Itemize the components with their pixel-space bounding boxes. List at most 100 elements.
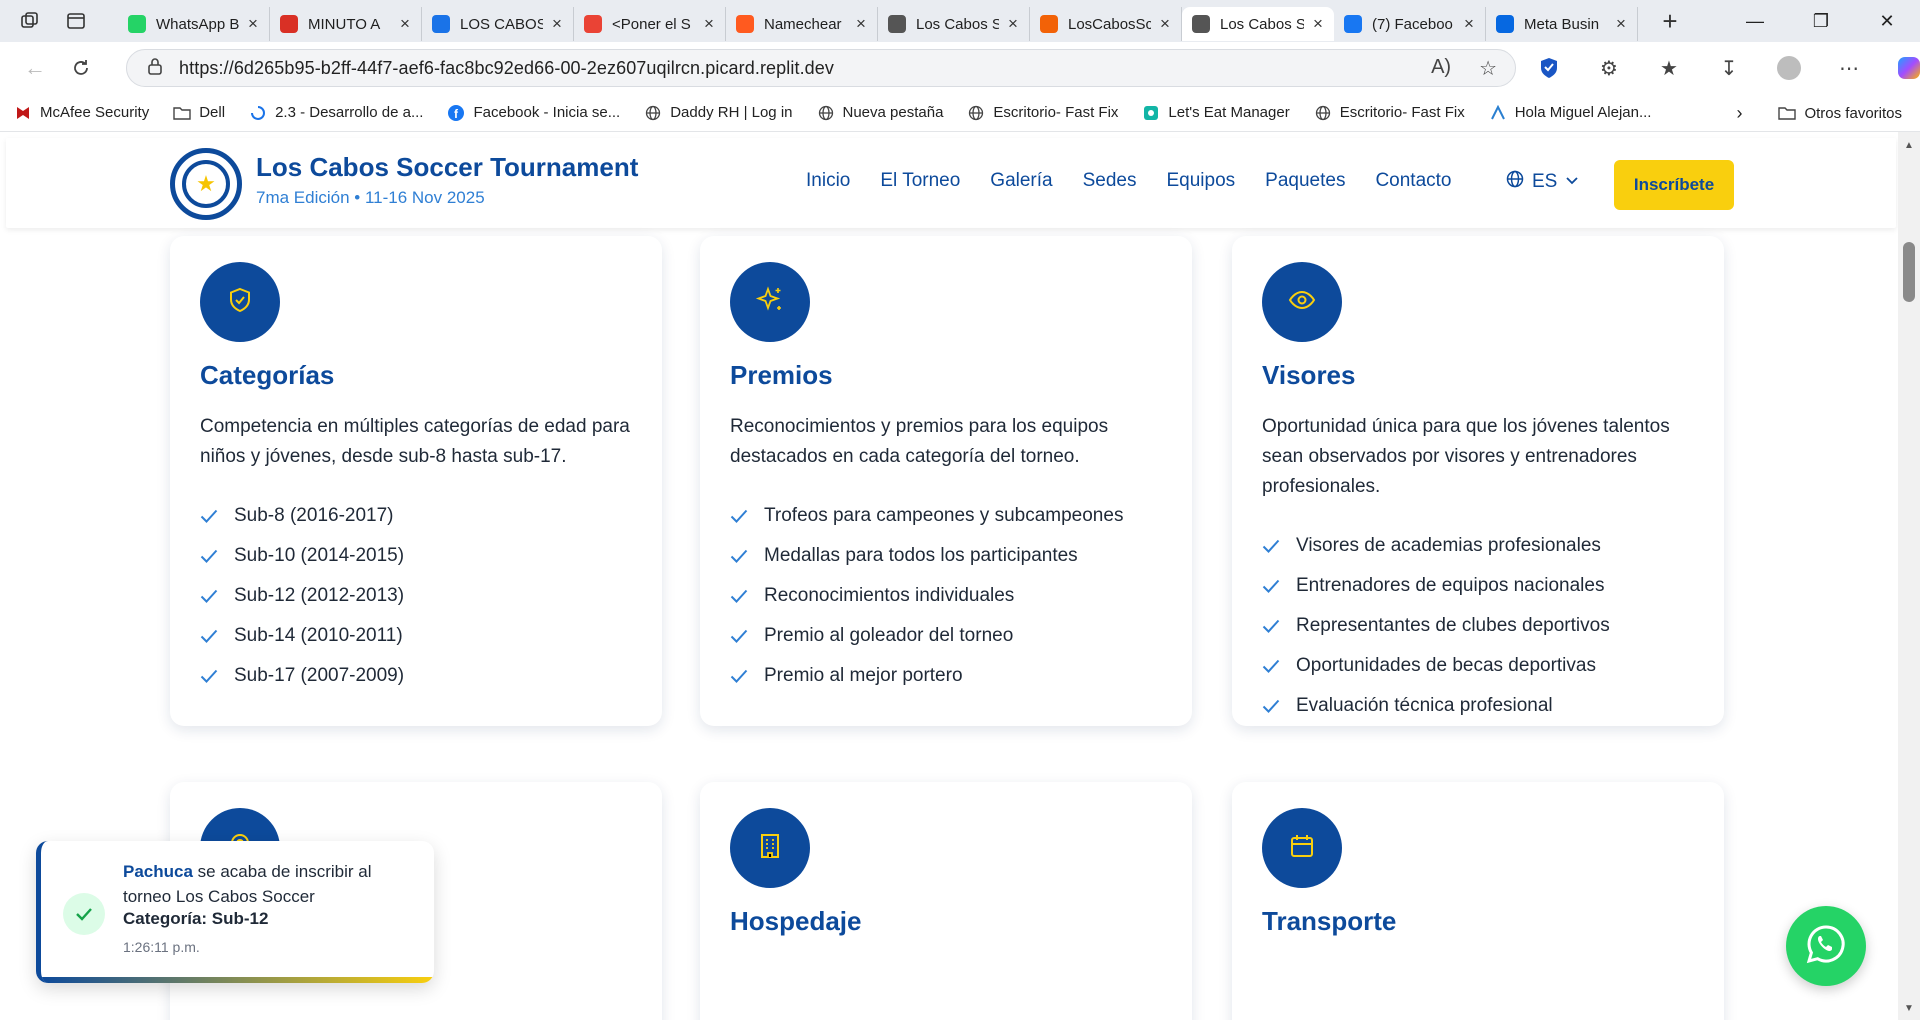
nav-link[interactable]: Equipos [1166, 170, 1235, 192]
check-icon [1262, 619, 1282, 633]
favorite-label: McAfee Security [40, 104, 150, 121]
shield-extension-icon[interactable] [1530, 50, 1568, 86]
close-tab-icon[interactable]: × [1461, 14, 1477, 34]
tab-label: Namechear [764, 15, 842, 33]
read-aloud-icon[interactable]: A) [1431, 56, 1451, 81]
nav-link[interactable]: Paquetes [1265, 170, 1345, 192]
browser-tab[interactable]: Los Cabos S × [878, 7, 1030, 41]
favorites-right: › Otros favoritos [1736, 94, 1902, 132]
app-icon [1142, 104, 1160, 122]
list-item-text: Sub-10 (2014-2015) [234, 545, 405, 566]
extensions-icon[interactable]: ⚙ [1590, 50, 1628, 86]
check-icon [1262, 699, 1282, 713]
browser-tab[interactable]: (7) Faceboo × [1334, 7, 1486, 41]
list-item: Visores de academias profesionales [1262, 526, 1610, 566]
new-tab-button[interactable]: + [1648, 6, 1692, 37]
restore-icon[interactable]: ❐ [1788, 0, 1854, 42]
favorite-link[interactable]: f Facebook - Inicia se... [447, 104, 620, 122]
site-title[interactable]: Los Cabos Soccer Tournament [256, 152, 638, 183]
favorite-label: 2.3 - Desarrollo de a... [275, 104, 424, 121]
close-tab-icon[interactable]: × [1005, 14, 1021, 34]
favorite-link[interactable]: Escritorio- Fast Fix [967, 104, 1118, 122]
browser-tab[interactable]: <Poner el S × [574, 7, 726, 41]
browser-tab[interactable]: Meta Busin × [1486, 7, 1638, 41]
check-icon [1262, 659, 1282, 673]
favorite-link[interactable]: Dell [173, 104, 225, 122]
namecheap-favicon [736, 15, 754, 33]
nav-link[interactable]: Sedes [1083, 170, 1137, 192]
reload-icon[interactable] [58, 50, 104, 86]
close-tab-icon[interactable]: × [853, 14, 869, 34]
close-window-icon[interactable]: ✕ [1854, 0, 1920, 42]
browser-tab[interactable]: LosCabosSc × [1030, 7, 1182, 41]
other-favorites[interactable]: Otros favoritos [1778, 104, 1902, 122]
list-item-text: Sub-17 (2007-2009) [234, 665, 405, 686]
favorite-link[interactable]: Let's Eat Manager [1142, 104, 1290, 122]
toast-team: Pachuca [123, 862, 193, 881]
close-tab-icon[interactable]: × [397, 14, 413, 34]
page-scrollbar[interactable]: ▲ ▼ [1898, 132, 1920, 1020]
card-title: Hospedaje [730, 906, 862, 936]
scroll-up-icon[interactable]: ▲ [1904, 140, 1914, 151]
favorite-label: Let's Eat Manager [1168, 104, 1290, 121]
card-title: Premios [730, 360, 833, 390]
favorite-link[interactable]: Nueva pestaña [817, 104, 943, 122]
close-tab-icon[interactable]: × [1613, 14, 1629, 34]
favorites-icon[interactable]: ★ [1650, 50, 1688, 86]
site-info-icon[interactable] [147, 57, 163, 80]
close-tab-icon[interactable]: × [701, 14, 717, 34]
more-options-icon[interactable]: ⋯ [1830, 50, 1868, 86]
minimize-icon[interactable]: — [1722, 0, 1788, 42]
list-item: Medallas para todos los participantes [730, 536, 1123, 576]
browser-tab[interactable]: MINUTO A × [270, 7, 422, 41]
tab-actions-menu-icon[interactable] [66, 11, 86, 31]
favorite-label: Daddy RH | Log in [670, 104, 793, 121]
tab-label: LosCabosSc [1068, 15, 1151, 33]
favorite-label: Facebook - Inicia se... [473, 104, 621, 121]
close-tab-icon[interactable]: × [1157, 14, 1173, 34]
favorite-link[interactable]: Hola Miguel Alejan... [1489, 104, 1651, 122]
window-controls: — ❐ ✕ [1722, 0, 1920, 42]
language-selector[interactable]: ES [1506, 170, 1579, 194]
toast-progress-bar [41, 977, 434, 983]
url-bar[interactable]: https://6d265b95-b2ff-44f7-aef6-fac8bc92… [126, 49, 1516, 87]
scrollbar-thumb[interactable] [1903, 242, 1915, 302]
copilot-icon[interactable] [1890, 50, 1920, 86]
close-tab-icon[interactable]: × [245, 14, 261, 34]
url-text[interactable]: https://6d265b95-b2ff-44f7-aef6-fac8bc92… [179, 58, 834, 79]
list-item: Oportunidades de becas deportivas [1262, 646, 1610, 686]
close-tab-icon[interactable]: × [1310, 14, 1326, 34]
building-icon [756, 832, 784, 865]
nav-link[interactable]: Inicio [806, 170, 850, 192]
meta-favicon [1496, 15, 1514, 33]
scroll-down-icon[interactable]: ▼ [1904, 1003, 1914, 1014]
downloads-icon[interactable]: ↧ [1710, 50, 1748, 86]
nav-link[interactable]: Galería [990, 170, 1052, 192]
profile-avatar[interactable] [1770, 50, 1808, 86]
whatsapp-chat-button[interactable] [1786, 906, 1866, 986]
favorites-bar: McAfee Security Dell 2.3 - Desarrollo de a… [0, 94, 1920, 132]
back-arrow-icon[interactable]: ← [12, 50, 58, 86]
favorite-link[interactable]: Daddy RH | Log in [644, 104, 793, 122]
chevron-right-icon[interactable]: › [1736, 103, 1742, 124]
register-button[interactable]: Inscríbete [1614, 160, 1734, 210]
close-tab-icon[interactable]: × [549, 14, 565, 34]
browser-tab[interactable]: Namechear × [726, 7, 878, 41]
check-icon [200, 589, 220, 603]
grid-icon [1489, 104, 1507, 122]
favorite-star-icon[interactable]: ☆ [1479, 56, 1497, 81]
favorite-link[interactable]: 2.3 - Desarrollo de a... [249, 104, 423, 122]
favorite-link[interactable]: McAfee Security [14, 104, 149, 122]
browser-tab[interactable]: WhatsApp B × [118, 7, 270, 41]
site-logo[interactable]: ★ [170, 148, 242, 220]
list-item-text: Premio al mejor portero [764, 665, 963, 686]
browser-tab[interactable]: LOS CABOS × [422, 7, 574, 41]
nav-link[interactable]: El Torneo [880, 170, 960, 192]
browser-tab[interactable]: Los Cabos S × [1182, 7, 1334, 41]
tab-label: <Poner el S [612, 15, 691, 33]
favorite-link[interactable]: Escritorio- Fast Fix [1314, 104, 1465, 122]
list-item: Premio al mejor portero [730, 656, 1123, 696]
nav-link[interactable]: Contacto [1375, 170, 1451, 192]
workspaces-icon[interactable] [20, 11, 40, 31]
feature-card: Categorías Competencia en múltiples categ… [170, 236, 662, 726]
